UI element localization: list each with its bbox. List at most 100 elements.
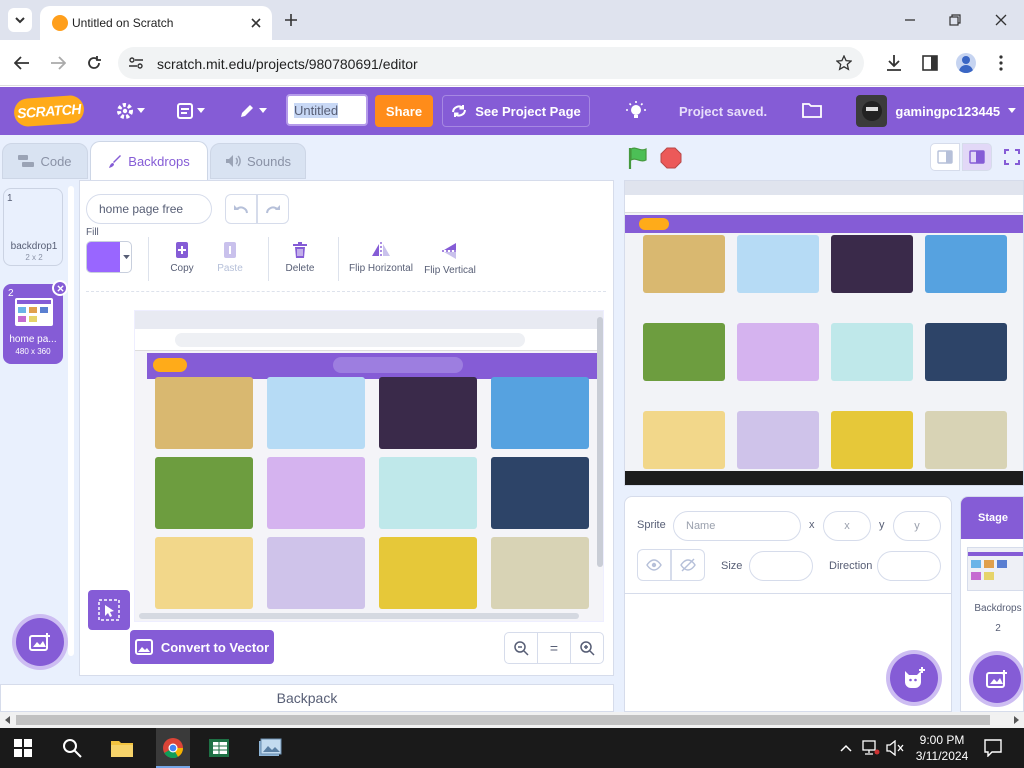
small-stage-button[interactable] [930, 143, 960, 171]
fill-color-picker[interactable] [86, 241, 132, 273]
chrome-icon [163, 738, 184, 759]
size-input[interactable] [749, 551, 813, 581]
window-close-icon[interactable] [995, 14, 1007, 26]
reload-icon[interactable] [86, 55, 102, 71]
tab-backdrops[interactable]: Backdrops [90, 141, 208, 181]
scroll-left-icon[interactable] [4, 716, 12, 724]
volume-muted-icon[interactable] [886, 740, 904, 756]
clock-time[interactable]: 9:00 PM [912, 733, 972, 747]
scrollbar-thumb[interactable] [16, 715, 990, 725]
stage-canvas[interactable] [624, 180, 1024, 486]
zoom-in-button[interactable] [571, 633, 603, 663]
delete-button[interactable]: Delete [280, 241, 320, 274]
speaker-icon [225, 155, 241, 167]
scroll-right-icon[interactable] [1012, 716, 1020, 724]
choose-backdrop-button[interactable] [16, 618, 64, 666]
scratch-logo[interactable]: SCRATCH [13, 94, 85, 128]
fullscreen-button[interactable] [1000, 143, 1024, 171]
choose-sprite-button[interactable] [890, 654, 938, 702]
zoom-out-button[interactable] [505, 633, 538, 663]
search-icon[interactable] [62, 738, 82, 758]
photos-app-icon[interactable] [258, 738, 282, 758]
redo-button[interactable] [257, 194, 289, 224]
close-icon[interactable] [250, 17, 262, 29]
lightbulb-icon[interactable] [626, 101, 646, 121]
folder-icon[interactable] [802, 102, 822, 118]
list-scrollbar[interactable] [68, 186, 74, 656]
costume-name-input[interactable]: home page free [86, 194, 212, 224]
address-bar[interactable]: scratch.mit.edu/projects/980780691/edito… [118, 47, 864, 79]
side-panel-icon[interactable] [922, 55, 938, 71]
user-menu-button[interactable]: gamingpc123445 [856, 92, 1016, 130]
new-tab-icon[interactable] [284, 13, 298, 27]
green-flag-icon [628, 147, 647, 169]
canvas-scrollbar-vertical[interactable] [597, 317, 603, 567]
clock-date[interactable]: 3/11/2024 [912, 749, 972, 763]
profile-icon[interactable] [956, 53, 976, 73]
y-input[interactable]: y [893, 511, 941, 541]
flip-vertical-button[interactable]: Flip Vertical [418, 241, 482, 276]
direction-input[interactable] [877, 551, 941, 581]
flip-horizontal-button[interactable]: Flip Horizontal [346, 241, 416, 274]
settings-menu-button[interactable] [116, 100, 148, 122]
spreadsheet-app-icon[interactable] [208, 738, 230, 758]
sprite-name-input[interactable]: Name [673, 511, 801, 541]
paste-button[interactable]: Paste [210, 241, 250, 274]
notifications-icon[interactable] [984, 739, 1002, 757]
browser-menu-icon[interactable] [998, 55, 1004, 71]
forward-arrow-icon[interactable] [50, 56, 66, 70]
tab-search-button[interactable] [8, 8, 32, 32]
see-project-page-button[interactable]: See Project Page [442, 95, 590, 127]
choose-backdrop-stage-button[interactable] [973, 655, 1021, 703]
chrome-taskbar-button[interactable] [156, 728, 190, 768]
eye-icon [646, 559, 662, 571]
file-menu-button[interactable] [176, 100, 212, 122]
backdrop-item-2[interactable]: 2 home pa... 480 x 360 [3, 280, 68, 364]
convert-to-vector-button[interactable]: Convert to Vector [130, 630, 274, 664]
tab-sounds[interactable]: Sounds [210, 143, 306, 179]
download-icon[interactable] [886, 54, 902, 72]
star-icon[interactable] [836, 55, 852, 71]
show-sprite-button[interactable] [637, 549, 671, 581]
x-input[interactable]: x [823, 511, 871, 541]
backdrop-item-1[interactable]: 1 backdrop1 2 x 2 [3, 188, 63, 266]
costume-name-text: home page free [99, 202, 184, 216]
page-scrollbar[interactable] [0, 712, 1024, 728]
site-info-icon[interactable] [128, 56, 144, 70]
trash-icon [293, 242, 307, 258]
edit-menu-button[interactable] [238, 100, 270, 122]
large-stage-button[interactable] [962, 143, 992, 171]
fill-color-swatch [87, 242, 120, 272]
caret-down-icon [197, 108, 205, 113]
back-arrow-icon[interactable] [14, 56, 30, 70]
tab-code[interactable]: Code [2, 143, 88, 179]
undo-button[interactable] [225, 194, 257, 224]
select-tool[interactable] [88, 590, 130, 630]
hide-sprite-button[interactable] [671, 549, 705, 581]
see-project-page-label: See Project Page [475, 103, 581, 119]
caret-down-icon [123, 255, 130, 260]
stage-selector[interactable]: Stage Backdrops 2 [960, 496, 1024, 712]
copy-button[interactable]: Copy [162, 241, 202, 274]
green-flag-button[interactable] [626, 146, 650, 170]
minimize-icon[interactable] [904, 14, 916, 26]
file-explorer-icon[interactable] [110, 738, 134, 758]
save-status: Project saved. [679, 104, 768, 119]
backpack[interactable]: Backpack [0, 684, 614, 712]
browser-tab[interactable]: Untitled on Scratch [40, 6, 272, 40]
share-button[interactable]: Share [375, 95, 433, 127]
toolbar-divider [148, 237, 149, 281]
windows-taskbar: 9:00 PM 3/11/2024 [0, 728, 1024, 768]
tab-code-label: Code [40, 153, 72, 169]
network-icon[interactable] [862, 740, 880, 756]
chevron-up-icon[interactable] [840, 744, 852, 752]
zoom-reset-button[interactable]: = [538, 633, 571, 663]
paint-canvas[interactable] [134, 310, 604, 622]
canvas-scrollbar-horizontal[interactable] [139, 613, 579, 619]
stop-button[interactable] [660, 147, 682, 169]
project-title-input[interactable]: Untitled [286, 94, 368, 126]
restore-icon[interactable] [949, 14, 961, 26]
windows-start-icon[interactable] [14, 739, 32, 757]
delete-backdrop-button[interactable] [52, 280, 68, 296]
x-placeholder: x [844, 520, 850, 532]
